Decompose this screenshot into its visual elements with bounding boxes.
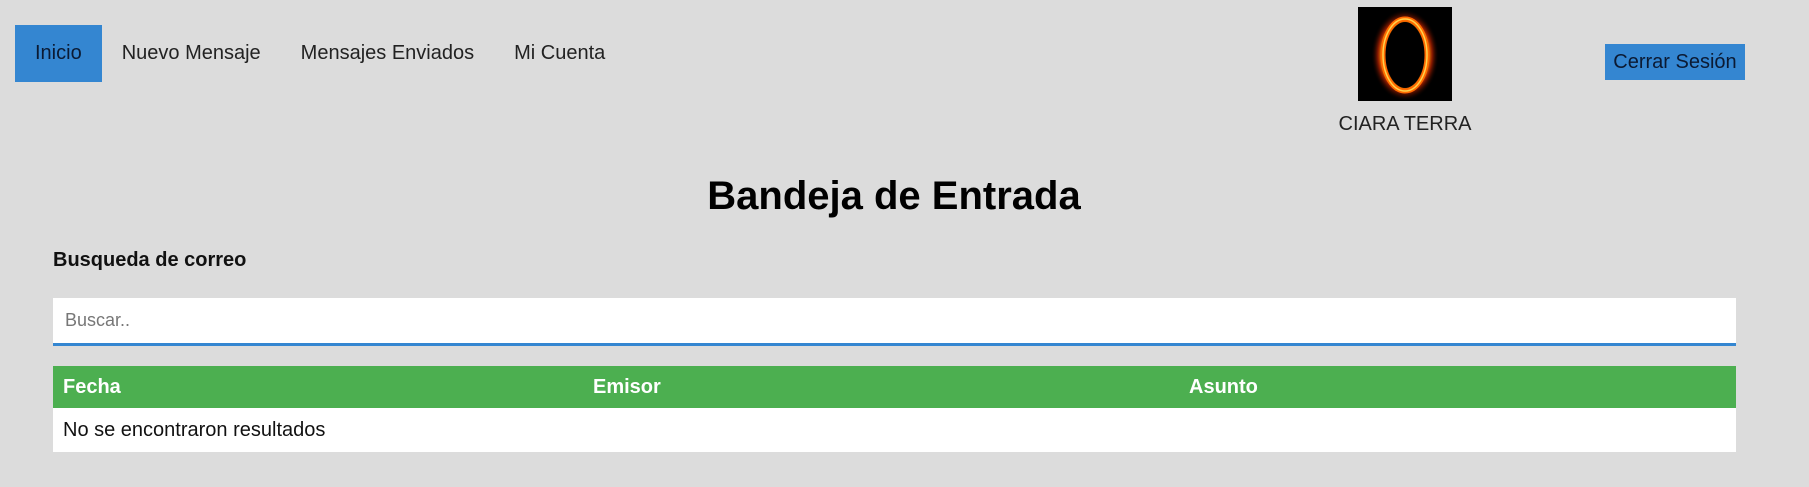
main-nav: Inicio Nuevo Mensaje Mensajes Enviados M… — [15, 25, 625, 82]
logout-button[interactable]: Cerrar Sesión — [1605, 44, 1745, 80]
user-profile: CIARA TERRA — [1325, 7, 1485, 136]
nav-item-mi-cuenta[interactable]: Mi Cuenta — [494, 25, 625, 82]
fire-ring-avatar — [1358, 7, 1452, 101]
nav-item-inicio[interactable]: Inicio — [15, 25, 102, 82]
search-input[interactable] — [53, 298, 1736, 346]
inbox-table: Fecha Emisor Asunto No se encontraron re… — [53, 366, 1736, 452]
search-label: Busqueda de correo — [53, 249, 247, 271]
nav-item-nuevo-mensaje[interactable]: Nuevo Mensaje — [102, 25, 281, 82]
column-header-fecha: Fecha — [53, 366, 583, 408]
table-header-row: Fecha Emisor Asunto — [53, 366, 1736, 408]
empty-results-message: No se encontraron resultados — [53, 408, 1736, 452]
column-header-asunto: Asunto — [1179, 366, 1736, 408]
nav-item-mensajes-enviados[interactable]: Mensajes Enviados — [281, 25, 494, 82]
page-title: Bandeja de Entrada — [707, 174, 1081, 218]
table-row: No se encontraron resultados — [53, 408, 1736, 452]
column-header-emisor: Emisor — [583, 366, 1179, 408]
username-label: CIARA TERRA — [1338, 113, 1472, 135]
inbox-table-wrapper: Fecha Emisor Asunto No se encontraron re… — [53, 366, 1736, 452]
